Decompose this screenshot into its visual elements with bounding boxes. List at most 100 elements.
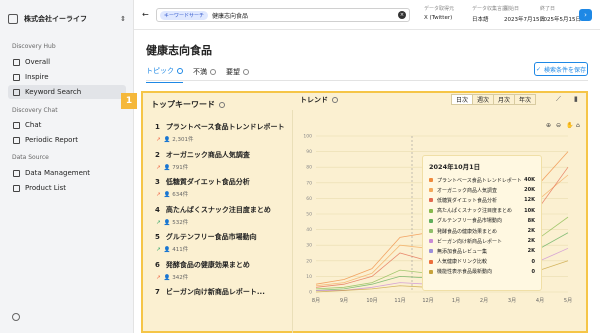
- series-label: グルテンフリー食品市場動向: [437, 218, 502, 225]
- series-value: 8K: [527, 217, 535, 224]
- help-icon[interactable]: [219, 101, 225, 108]
- keyword-count: ↗ 👤 532件: [155, 218, 285, 226]
- y-tick-label: 70: [306, 180, 312, 186]
- building-icon: [8, 14, 18, 24]
- sidebar-item-data-management[interactable]: Data Management: [8, 166, 126, 180]
- keyword-count: ↗ 👤 411件: [155, 245, 285, 253]
- series-label: 無添加食品レビュー集: [437, 248, 488, 255]
- bar-chart-icon[interactable]: ▮: [574, 95, 578, 103]
- granularity-yearly[interactable]: 年次: [514, 94, 536, 105]
- keyword-name: 2 オーガニック商品人気調査: [155, 150, 285, 160]
- keyword-label: プラントベース食品トレンドレポート: [165, 123, 285, 131]
- tab-label: 不満: [193, 67, 207, 76]
- keyword-item[interactable]: 2 オーガニック商品人気調査 ↗ 👤 791件: [155, 150, 285, 171]
- series-value: 20K: [524, 187, 535, 194]
- keyword-rank: 5: [155, 233, 160, 241]
- source-select[interactable]: データ取得元 X (Twitter): [424, 5, 454, 21]
- keyword-label: グルテンフリー食品市場動向: [165, 233, 257, 241]
- sidebar-item-product-list[interactable]: Product List: [8, 181, 126, 195]
- keyword-label: オーガニック商品人気調査: [165, 150, 250, 159]
- keyword-count: ↗ 👤 791件: [155, 163, 285, 171]
- y-tick-label: 0: [309, 290, 312, 296]
- granularity-weekly[interactable]: 週次: [472, 94, 494, 105]
- count-value: 634件: [172, 192, 189, 198]
- field-value: 2025年5月15日: [540, 17, 581, 23]
- tab-label: 要望: [226, 67, 240, 76]
- page-title: 健康志向食品: [146, 44, 212, 57]
- line-chart-icon[interactable]: ⟋: [556, 95, 561, 104]
- series-color-swatch: [429, 198, 433, 203]
- keyword-item[interactable]: 7 ビーガン向け新商品レポート...: [155, 287, 285, 297]
- keyword-name: 5 グルテンフリー食品市場動向: [155, 232, 285, 242]
- help-icon[interactable]: [210, 68, 216, 75]
- org-name: 株式会社イーライフ: [24, 15, 87, 23]
- trend-arrow-icon: ↗: [156, 219, 161, 226]
- language-select[interactable]: データ収集言語 日本語: [472, 5, 507, 23]
- end-date-field[interactable]: 終了日 2025年5月15日: [540, 5, 581, 23]
- help-icon[interactable]: [177, 68, 183, 74]
- y-tick-label: 30: [306, 243, 312, 249]
- search-type-chip[interactable]: キーワードサーチ: [160, 10, 209, 20]
- help-icon[interactable]: [332, 97, 338, 103]
- sidebar-item-label: Periodic Report: [25, 136, 79, 144]
- sidebar-item-label: Inspire: [25, 73, 49, 81]
- series-value: 40K: [524, 177, 535, 184]
- count-value: 342件: [172, 274, 189, 281]
- section-title: トレンド: [300, 96, 328, 104]
- save-search-button[interactable]: ✓ 検索条件を保存: [534, 62, 588, 76]
- search-query: 健康志向食品: [212, 12, 249, 20]
- series-label: ビーガン向け新商品レポート: [437, 238, 503, 245]
- keyword-count: ↗ 👤 634件: [155, 190, 285, 198]
- clear-icon[interactable]: ×: [398, 11, 406, 19]
- series-color-swatch: [429, 178, 433, 183]
- granularity-daily[interactable]: 日次: [451, 94, 473, 105]
- org-switcher[interactable]: 株式会社イーライフ ⇕: [8, 10, 126, 28]
- keyword-rank: 1: [155, 123, 160, 131]
- y-tick-label: 40: [306, 227, 312, 233]
- y-tick-label: 90: [306, 149, 312, 155]
- series-value: 2K: [527, 248, 535, 255]
- keyword-name: 3 低糖質ダイエット食品分析: [155, 177, 285, 187]
- sidebar-item-overall[interactable]: Overall: [8, 55, 126, 69]
- granularity-monthly[interactable]: 月次: [493, 94, 515, 105]
- back-arrow-icon[interactable]: ←: [142, 10, 149, 19]
- x-tick-label: 8月: [312, 298, 320, 304]
- gear-icon[interactable]: [12, 313, 20, 321]
- keyword-item[interactable]: 1 プラントベース食品トレンドレポート ↗ 👤 2,301件: [155, 122, 285, 143]
- keyword-label: 低糖質ダイエット食品分析: [165, 178, 250, 186]
- sidebar-item-chat[interactable]: Chat: [8, 118, 126, 132]
- trend-arrow-icon: ↗: [156, 247, 161, 253]
- series-label: 低糖質ダイエット食品分析: [437, 197, 497, 204]
- search-button[interactable]: ›: [579, 9, 592, 21]
- calendar-icon: [13, 136, 20, 144]
- tooltip-row: グルテンフリー食品市場動向 8K: [429, 216, 535, 226]
- keyword-item[interactable]: 6 発酵食品の健康効果まとめ ↗ 👤 342件: [155, 260, 285, 281]
- save-label: 検索条件を保存: [544, 66, 587, 74]
- sidebar-item-inspire[interactable]: Inspire: [8, 70, 126, 84]
- keyword-rank: 2: [155, 150, 160, 159]
- start-date-field[interactable]: 開始日 2023年7月15日: [504, 5, 545, 23]
- x-tick-label: 1月: [452, 298, 460, 304]
- keyword-rank: 7: [155, 288, 160, 296]
- top-bar: ← キーワードサーチ 健康志向食品 × データ取得元 X (Twitter) デー…: [134, 0, 600, 30]
- keyword-rank: 6: [155, 260, 160, 269]
- keyword-label: ビーガン向け新商品レポート...: [165, 288, 265, 296]
- sidebar-item-periodic-report[interactable]: Periodic Report: [8, 133, 126, 147]
- series-value: 10K: [524, 207, 535, 214]
- keyword-item[interactable]: 3 低糖質ダイエット食品分析 ↗ 👤 634件: [155, 177, 285, 198]
- series-label: プラントベース食品トレンドレポート: [437, 177, 522, 184]
- count-value: 2,301件: [172, 137, 194, 143]
- search-input[interactable]: キーワードサーチ 健康志向食品 ×: [156, 8, 410, 22]
- trend-arrow-icon: ↗: [156, 164, 161, 171]
- sidebar-item-label: Product List: [25, 184, 67, 192]
- keyword-item[interactable]: 5 グルテンフリー食品市場動向 ↗ 👤 411件: [155, 232, 285, 253]
- series-value: 0: [531, 258, 535, 265]
- series-value: 0: [531, 268, 535, 275]
- series-label: 高たんぱくスナック注目度まとめ: [437, 208, 513, 215]
- keyword-name: 4 高たんぱくスナック注目度まとめ: [155, 205, 285, 215]
- sidebar-item-keyword-search[interactable]: Keyword Search: [8, 85, 126, 99]
- tooltip-row: 発酵食品の健康効果まとめ 2K: [429, 226, 535, 236]
- help-icon[interactable]: [243, 68, 249, 75]
- keyword-item[interactable]: 4 高たんぱくスナック注目度まとめ ↗ 👤 532件: [155, 205, 285, 226]
- field-label: データ取得元: [424, 6, 455, 12]
